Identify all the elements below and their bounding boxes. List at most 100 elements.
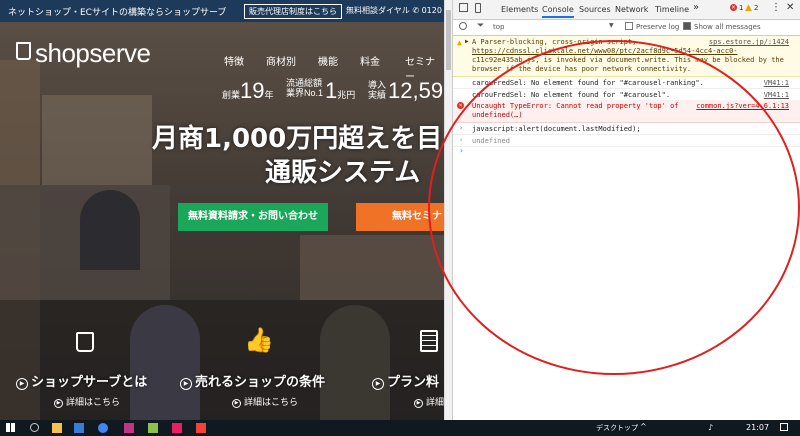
- site-topbar: ネットショップ・ECサイトの構築ならショップサーブ 販売代理店制度はこちら 無料…: [0, 0, 444, 22]
- free-consultation-line: 無料相談ダイヤル ✆ 0120: [346, 5, 442, 16]
- person-photo: [80, 190, 140, 270]
- log-source-link[interactable]: VM41:1: [764, 79, 789, 87]
- console-prompt[interactable]: ›: [453, 146, 800, 158]
- search-icon[interactable]: [30, 423, 39, 432]
- console-log-message: carouFredSel: No element found for "#car…: [453, 77, 800, 89]
- close-icon[interactable]: ✕: [786, 2, 794, 13]
- request-materials-button[interactable]: 無料資料請求・お問い合わせ: [178, 203, 328, 231]
- nav-item-features[interactable]: 特徴: [224, 53, 244, 68]
- desktop-toolbar-label[interactable]: デスクトップ: [596, 423, 638, 433]
- error-text: Uncaught TypeError: Cannot read property…: [472, 102, 679, 120]
- shopserve-logo[interactable]: shopserve: [16, 38, 151, 69]
- log-text: carouFredSel: No element found for "#car…: [472, 79, 704, 87]
- stat-adoption-value: 12,59: [388, 78, 444, 103]
- calculator-icon: [420, 330, 438, 352]
- stat-years-unit: 年: [264, 90, 274, 100]
- error-text-line: undefined(…): [472, 111, 523, 119]
- stat-rank-label-1: 流通総額: [286, 78, 323, 88]
- nav-item-pricing[interactable]: 料金: [360, 53, 380, 68]
- error-count[interactable]: 1: [739, 4, 743, 12]
- more-tabs-button[interactable]: »: [693, 2, 699, 13]
- device-toolbar-icon[interactable]: [475, 3, 481, 13]
- stat-rank-unit: 兆円: [337, 90, 356, 100]
- shopping-bag-icon: [16, 42, 31, 60]
- feature-about-detail-link[interactable]: ▶ 詳細はこちら: [54, 395, 120, 408]
- volume-icon[interactable]: ♪: [708, 423, 713, 432]
- chrome-icon[interactable]: [98, 423, 108, 433]
- tab-sources[interactable]: Sources: [579, 5, 611, 14]
- input-chevron-icon: ›: [459, 124, 464, 132]
- filter-icon[interactable]: ⏷: [477, 21, 484, 31]
- phone-number[interactable]: 0120: [422, 6, 442, 15]
- nav-item-functions[interactable]: 機能: [318, 53, 338, 68]
- context-selector[interactable]: top: [493, 23, 504, 31]
- warning-count[interactable]: 2: [754, 4, 758, 12]
- file-explorer-icon[interactable]: [52, 423, 62, 433]
- app-icon[interactable]: [196, 423, 206, 433]
- clear-console-icon[interactable]: [459, 22, 467, 30]
- warning-source-link[interactable]: sps.estore.jp/:1424: [709, 38, 789, 46]
- stat-adoption: 12,59: [388, 78, 443, 104]
- windows-taskbar: デスクトップ ^ ♪ 21:07: [0, 420, 800, 436]
- prompt-chevron-icon: ›: [459, 146, 464, 155]
- site-tagline: ネットショップ・ECサイトの構築ならショップサーブ: [8, 8, 227, 18]
- warning-icon: ▲: [745, 3, 752, 13]
- feature-conditions[interactable]: ▶ 売れるショップの条件: [180, 371, 325, 390]
- feature-about[interactable]: ▶ ショップサーブとは: [16, 371, 147, 390]
- preserve-log-checkbox[interactable]: [625, 22, 633, 30]
- feature-conditions-title: 売れるショップの条件: [195, 375, 326, 390]
- arrow-circle-icon: ▶: [16, 378, 28, 390]
- stat-rank-label: 流通総額 業界No.1: [286, 78, 326, 98]
- console-error-message: × Uncaught TypeError: Cannot read proper…: [453, 100, 800, 123]
- feature-plans-title: プラン料: [387, 375, 440, 390]
- windows-start-icon[interactable]: [6, 423, 15, 432]
- inspect-element-icon[interactable]: [459, 3, 468, 12]
- free-seminar-button[interactable]: 無料セミナ: [356, 203, 444, 231]
- app-icon[interactable]: [148, 423, 158, 433]
- app-icon[interactable]: [124, 423, 134, 433]
- error-icon: ×: [457, 102, 464, 109]
- free-consult-label: 無料相談ダイヤル: [346, 6, 410, 15]
- devtools-tabbar: Elements Console Sources Network Timelin…: [453, 0, 800, 20]
- app-icon[interactable]: [172, 423, 182, 433]
- photo-tile: [42, 95, 152, 185]
- feature-conditions-detail-link[interactable]: ▶ 詳細はこちら: [232, 395, 298, 408]
- arrow-circle-icon: ▶: [372, 378, 384, 390]
- app-icon[interactable]: [74, 423, 84, 433]
- taskbar-clock[interactable]: 21:07: [746, 423, 769, 432]
- chevron-up-icon[interactable]: ^: [640, 422, 647, 431]
- arrow-circle-icon: ▶: [54, 399, 63, 408]
- expand-triangle-icon[interactable]: ▶: [465, 38, 469, 45]
- preserve-log-label: Preserve log: [636, 23, 680, 31]
- nav-item-products[interactable]: 商材別: [266, 53, 296, 68]
- tab-console[interactable]: Console: [542, 5, 574, 18]
- person-photo: [320, 305, 390, 420]
- tab-elements[interactable]: Elements: [501, 5, 538, 14]
- stat-years-value: 19: [240, 78, 265, 103]
- scrollbar-thumb[interactable]: [446, 10, 451, 70]
- agency-program-button[interactable]: 販売代理店制度はこちら: [244, 4, 342, 19]
- feature-plans[interactable]: ▶ プラン料: [372, 371, 439, 390]
- warning-script-link[interactable]: https://cdnssl.clicktale.net/www08/ptc/2…: [472, 47, 792, 56]
- hero-headline-line1: 月商1,000万円超えを目: [152, 124, 443, 154]
- feature-plans-detail-link[interactable]: ▶詳細はこちら: [414, 395, 444, 408]
- error-source-link[interactable]: common.js?ver=4.6.1:13: [696, 102, 789, 110]
- log-source-link[interactable]: VM41:1: [764, 91, 789, 99]
- stat-adoption-label-1: 導入: [368, 80, 387, 90]
- more-options-icon[interactable]: ⋮: [771, 2, 781, 13]
- show-all-messages-checkbox[interactable]: [683, 22, 691, 30]
- show-all-messages-label: Show all messages: [694, 23, 761, 31]
- result-chevron-icon: ‹: [459, 136, 464, 144]
- notification-icon[interactable]: [780, 423, 788, 431]
- log-text: carouFredSel: No element found for "#car…: [472, 91, 671, 99]
- warning-icon: ▲: [457, 38, 462, 47]
- tab-network[interactable]: Network: [615, 5, 648, 14]
- arrow-circle-icon: ▶: [180, 378, 192, 390]
- console-warning-message: ▲ ▶ A Parser-blocking, cross-origin scri…: [453, 36, 800, 77]
- stat-adoption-label: 導入 実績: [368, 80, 390, 100]
- tab-timeline[interactable]: Timeline: [655, 5, 689, 14]
- chevron-down-icon[interactable]: ▼: [609, 22, 614, 29]
- stat-rank: 1兆円: [325, 78, 355, 104]
- error-text-line: Uncaught TypeError: Cannot read property…: [472, 102, 679, 110]
- hero-headline-line2: 通販システム: [265, 158, 421, 188]
